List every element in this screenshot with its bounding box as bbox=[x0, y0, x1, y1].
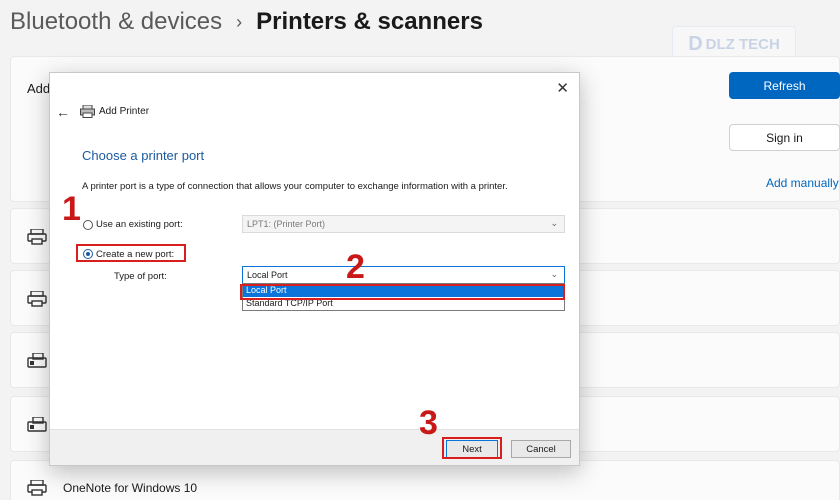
dropdown-option-local-port[interactable]: Local Port bbox=[243, 284, 564, 297]
port-type-dropdown: Local Port Standard TCP/IP Port bbox=[242, 283, 565, 311]
breadcrumb-separator-icon: › bbox=[236, 11, 243, 32]
dialog-footer bbox=[50, 429, 579, 465]
next-button[interactable]: Next bbox=[446, 440, 498, 458]
step-number-1: 1 bbox=[62, 190, 81, 228]
port-type-select[interactable]: Local Port ⌄ bbox=[242, 266, 565, 284]
existing-port-radio[interactable] bbox=[83, 220, 93, 230]
printer-icon bbox=[27, 480, 47, 496]
new-port-label[interactable]: Create a new port: bbox=[96, 249, 174, 260]
sign-in-button[interactable]: Sign in bbox=[729, 124, 840, 151]
dropdown-option-tcpip-port[interactable]: Standard TCP/IP Port bbox=[243, 297, 564, 310]
add-printer-dialog: ✕ ← Add Printer Choose a printer port A … bbox=[49, 72, 580, 466]
watermark-text: DLZ TECH bbox=[705, 35, 780, 53]
watermark-logo-mark: D bbox=[688, 32, 703, 55]
printer-icon bbox=[27, 229, 47, 245]
close-icon[interactable]: ✕ bbox=[556, 79, 569, 97]
add-device-label: Add bbox=[27, 81, 51, 96]
breadcrumb-parent[interactable]: Bluetooth & devices bbox=[10, 8, 222, 36]
fax-printer-icon bbox=[27, 417, 47, 432]
refresh-button[interactable]: Refresh bbox=[729, 72, 840, 99]
type-of-port-label: Type of port: bbox=[114, 271, 167, 282]
port-type-value: Local Port bbox=[247, 270, 288, 280]
chevron-down-icon: ⌄ bbox=[550, 269, 558, 279]
page-title: Printers & scanners bbox=[256, 8, 483, 35]
dialog-description: A printer port is a type of connection t… bbox=[82, 181, 508, 192]
step-number-2: 2 bbox=[346, 248, 365, 286]
printer-icon bbox=[80, 105, 95, 118]
printer-list-item[interactable]: OneNote for Windows 10 bbox=[10, 460, 840, 500]
dialog-heading: Choose a printer port bbox=[82, 148, 205, 163]
cancel-button[interactable]: Cancel bbox=[511, 440, 571, 458]
existing-port-value: LPT1: (Printer Port) bbox=[247, 219, 326, 229]
printer-icon bbox=[27, 291, 47, 307]
add-manually-link[interactable]: Add manually bbox=[766, 176, 839, 190]
step-number-3: 3 bbox=[419, 404, 438, 442]
existing-port-select: LPT1: (Printer Port) ⌄ bbox=[242, 215, 565, 233]
back-arrow-icon[interactable]: ← bbox=[56, 104, 70, 120]
existing-port-label[interactable]: Use an existing port: bbox=[96, 219, 183, 230]
breadcrumb: Bluetooth & devices › Printers & scanner… bbox=[10, 8, 483, 36]
chevron-down-icon: ⌄ bbox=[550, 218, 558, 228]
dialog-title: Add Printer bbox=[99, 106, 150, 117]
new-port-radio[interactable] bbox=[83, 249, 93, 259]
fax-printer-icon bbox=[27, 353, 47, 368]
printer-name: OneNote for Windows 10 bbox=[63, 481, 198, 495]
